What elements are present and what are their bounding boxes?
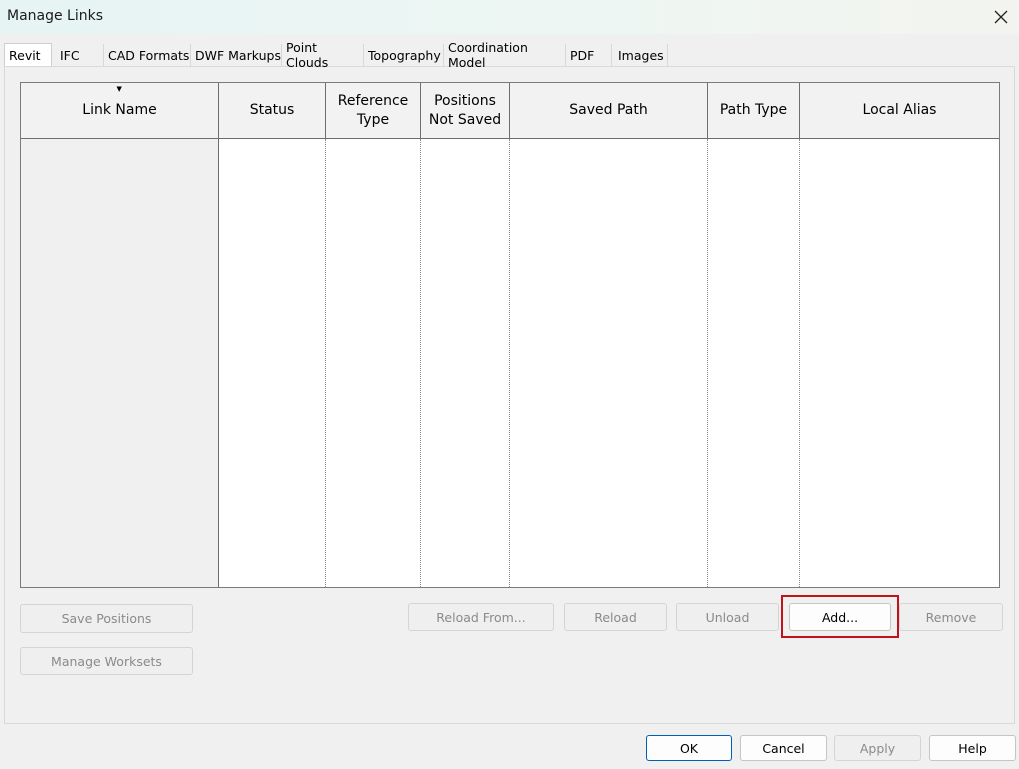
manage-worksets-button[interactable]: Manage Worksets — [20, 647, 193, 675]
tab-label: IFC — [60, 47, 80, 63]
column-saved-path — [510, 139, 708, 587]
column-header-reference-type[interactable]: Reference Type — [326, 83, 421, 139]
tab-coordination-model[interactable]: Coordination Model — [444, 40, 566, 70]
column-header-saved-path[interactable]: Saved Path — [510, 83, 708, 139]
header-label: Local Alias — [862, 102, 937, 118]
column-header-positions-not-saved[interactable]: Positions Not Saved — [421, 83, 510, 139]
remove-button[interactable]: Remove — [899, 603, 1003, 631]
reload-button[interactable]: Reload — [564, 603, 667, 631]
column-positions-not-saved — [421, 139, 510, 587]
header-label: Status — [249, 102, 295, 118]
tab-label: Images — [618, 47, 664, 63]
tab-label: Revit — [9, 47, 41, 63]
add-button-highlight — [781, 595, 899, 638]
column-reference-type — [326, 139, 421, 587]
apply-button[interactable]: Apply — [834, 735, 921, 761]
column-header-status[interactable]: Status — [219, 83, 326, 139]
tab-pdf[interactable]: PDF — [566, 44, 612, 66]
title-bar: Manage Links — [0, 0, 1019, 34]
tab-label: Coordination Model — [448, 40, 528, 70]
reload-from-button[interactable]: Reload From... — [408, 603, 554, 631]
header-label: Path Type — [719, 102, 788, 118]
tab-label: Point Clouds — [286, 40, 329, 70]
tab-label: PDF — [570, 47, 595, 63]
close-icon — [994, 10, 1008, 24]
header-label: Saved Path — [569, 102, 648, 118]
header-label-line1: Positions — [434, 92, 496, 109]
window-title: Manage Links — [7, 8, 104, 24]
tab-ifc[interactable]: IFC — [56, 44, 104, 66]
sort-descending-icon: ▼ — [116, 85, 122, 93]
unload-button[interactable]: Unload — [676, 603, 779, 631]
ok-button[interactable]: OK — [646, 735, 732, 761]
header-label-line1: Reference — [337, 92, 409, 109]
tab-cad-formats[interactable]: CAD Formats — [104, 44, 191, 66]
save-positions-button[interactable]: Save Positions — [20, 604, 193, 633]
tab-images[interactable]: Images — [612, 44, 668, 66]
header-label-line2: Not Saved — [428, 111, 502, 128]
tab-label: Topography — [368, 47, 441, 63]
links-table[interactable]: ▼ Link Name Status Reference Type Positio… — [20, 82, 1000, 588]
column-path-type — [708, 139, 800, 587]
column-status — [219, 139, 326, 587]
column-local-alias — [800, 139, 999, 587]
tab-label: CAD Formats — [108, 47, 190, 63]
header-label-line2: Type — [356, 111, 390, 128]
tab-dwf-markups[interactable]: DWF Markups — [191, 44, 282, 66]
help-button[interactable]: Help — [929, 735, 1016, 761]
tab-point-clouds[interactable]: Point Clouds — [282, 40, 364, 70]
tab-topography[interactable]: Topography — [364, 44, 444, 66]
header-label: Link Name — [82, 102, 157, 118]
column-header-path-type[interactable]: Path Type — [708, 83, 800, 139]
close-button[interactable] — [983, 0, 1019, 34]
column-header-link-name[interactable]: ▼ Link Name — [21, 83, 219, 139]
column-link-name — [21, 139, 219, 587]
cancel-button[interactable]: Cancel — [740, 735, 827, 761]
column-header-local-alias[interactable]: Local Alias — [800, 83, 999, 139]
tab-label: DWF Markups — [195, 47, 281, 63]
tab-revit[interactable]: Revit — [4, 43, 52, 66]
